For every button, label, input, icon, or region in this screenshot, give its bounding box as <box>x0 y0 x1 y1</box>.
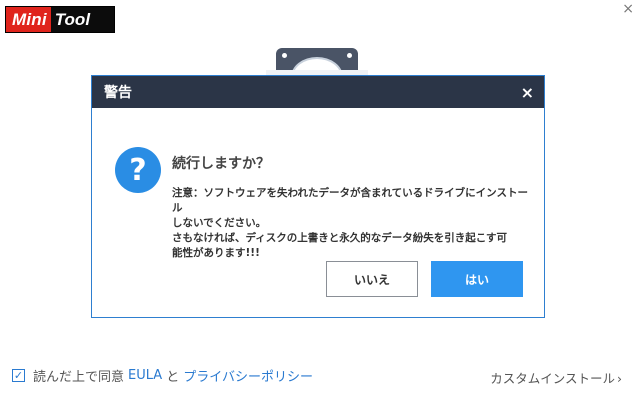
message-line: 注意：ソフトウェアを失われたデータが含まれているドライブにインストール <box>172 187 528 214</box>
and-text: と <box>166 370 180 385</box>
chevron-right-icon: › <box>617 371 622 386</box>
privacy-policy-link[interactable]: プライバシーポリシー <box>183 366 313 385</box>
message-line: さもなければ、ディスクの上書きと永久的なデータ紛失を引き起こす可 <box>172 232 508 244</box>
dialog-heading: 続行しますか？ <box>172 156 270 172</box>
warning-dialog: 警告 × ? 続行しますか？ 注意：ソフトウェアを失われたデータが含まれているド… <box>91 75 545 318</box>
yes-button[interactable]: はい <box>431 261 523 297</box>
dialog-message: 注意：ソフトウェアを失われたデータが含まれているドライブにインストール しないで… <box>172 186 534 261</box>
dialog-title: 警告 <box>104 85 132 101</box>
custom-install-label: カスタムインストール <box>490 371 615 386</box>
eula-link[interactable]: EULA <box>128 368 162 383</box>
dialog-titlebar: 警告 × <box>92 76 544 108</box>
logo-tool-text: Tool <box>54 9 91 29</box>
disk-screw-hole <box>282 53 287 58</box>
window-close-icon[interactable]: × <box>622 1 634 17</box>
question-icon: ? <box>115 147 161 193</box>
logo-mini-text: Mini <box>6 7 51 32</box>
custom-install-link[interactable]: カスタムインストール › <box>490 368 622 387</box>
agree-prefix-text: 読んだ上で同意 <box>33 370 125 385</box>
agree-checkbox[interactable]: ✓ <box>12 369 25 382</box>
agreement-row: ✓ 読んだ上で同意 EULA と プライバシーポリシー <box>12 366 317 385</box>
message-line: 能性があります!!! <box>172 247 260 259</box>
minitool-logo: Mini Tool <box>5 6 115 33</box>
disk-screw-hole <box>347 53 352 58</box>
message-line: しないでください。 <box>172 217 267 229</box>
no-button[interactable]: いいえ <box>326 261 418 297</box>
dialog-close-icon[interactable]: × <box>521 83 534 102</box>
